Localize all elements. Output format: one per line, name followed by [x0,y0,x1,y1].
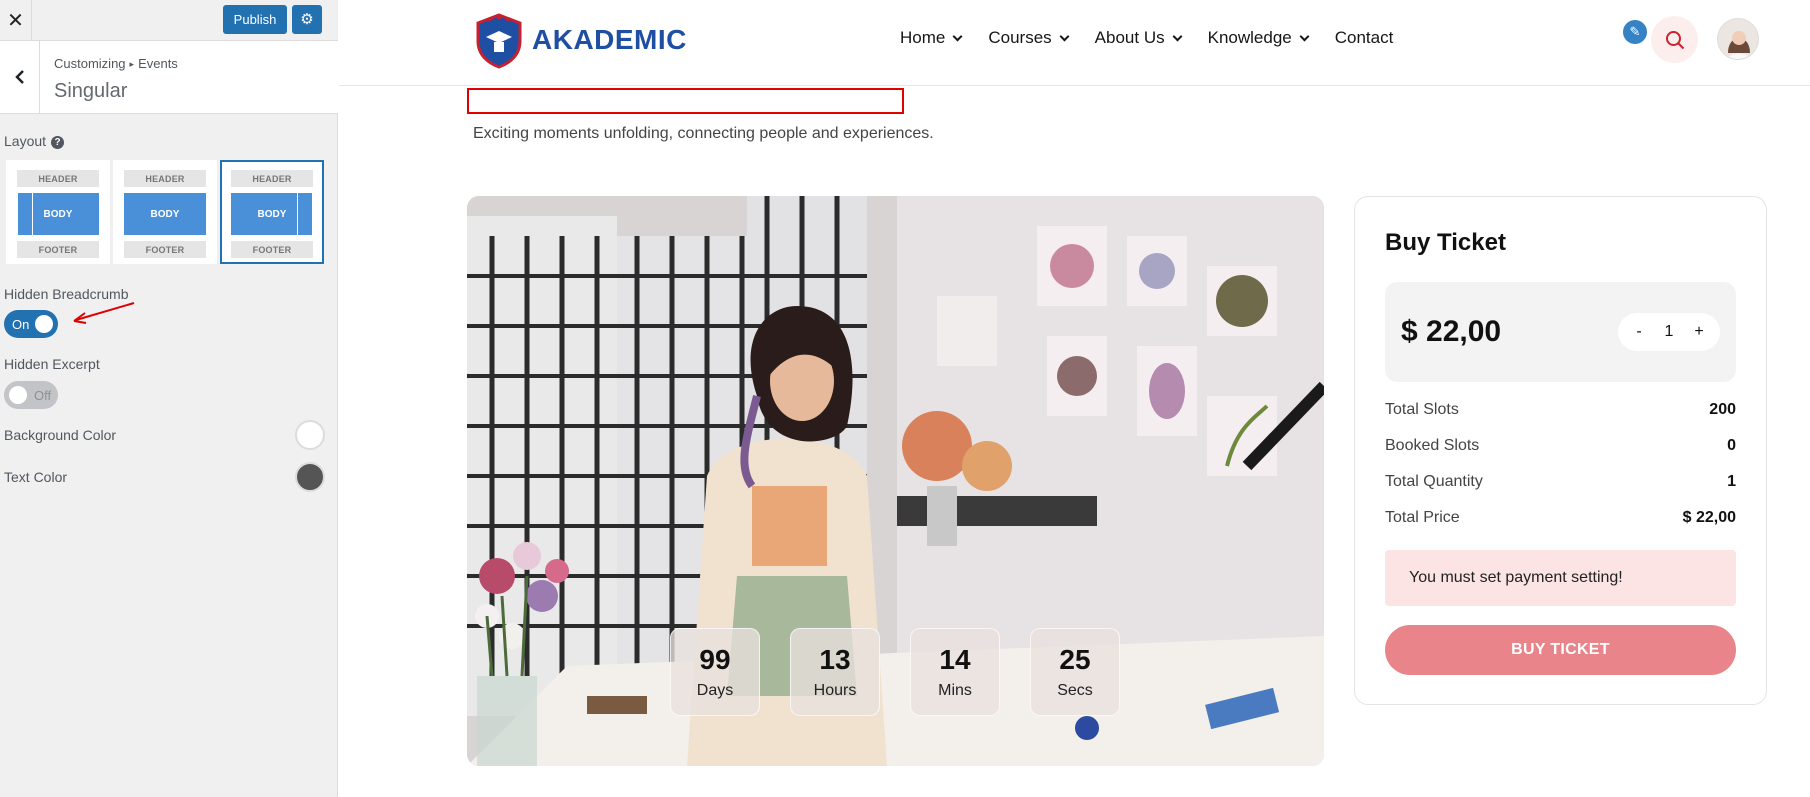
hidden-excerpt-label: Hidden Excerpt [4,356,100,372]
info-row-total-price: Total Price $ 22,00 [1385,509,1736,526]
toggle-state-label: Off [34,387,52,403]
ticket-price: $ 22,00 [1401,315,1502,348]
shield-logo-icon [476,13,522,69]
customizer-sidebar: ✕ Publish ⚙ Customizing ▸ Events Singular … [0,0,338,797]
buy-ticket-card: Buy Ticket $ 22,00 - 1 + Total Slots 200 … [1354,196,1767,705]
countdown-hours: 13 Hours [790,628,880,716]
nav-item-about-us[interactable]: About Us [1095,28,1183,48]
section-header: Customizing ▸ Events Singular [0,41,338,114]
main-nav: Home Courses About Us Knowledge Contact [900,28,1420,48]
countdown-value: 14 [939,644,971,675]
breadcrumb-separator-icon: ▸ [129,59,135,69]
info-row-total-quantity: Total Quantity 1 [1385,473,1736,490]
toggle-knob [9,386,27,404]
nav-item-knowledge[interactable]: Knowledge [1208,28,1310,48]
text-color-label: Text Color [4,469,68,485]
close-icon: ✕ [7,9,24,32]
search-icon [1665,30,1684,49]
nav-item-courses[interactable]: Courses [988,28,1070,48]
nav-item-home[interactable]: Home [900,28,963,48]
countdown-value: 25 [1059,644,1091,675]
close-customizer-button[interactable]: ✕ [0,0,32,40]
site-preview: AKADEMIC Home Courses About Us Knowledge… [339,0,1810,797]
event-photo [467,196,1324,766]
countdown-value: 13 [819,644,851,675]
countdown-secs: 25 Secs [1030,628,1120,716]
countdown-unit: Mins [938,682,972,699]
hidden-breadcrumb-toggle[interactable]: On [4,310,58,338]
layout-body-label: BODY [231,193,313,235]
help-icon[interactable]: ? [51,136,65,149]
countdown-unit: Secs [1057,682,1093,699]
layout-footer-label: FOOTER [231,241,313,258]
background-color-label: Background Color [4,427,117,443]
layout-header-label: HEADER [17,170,99,187]
hidden-excerpt-toggle[interactable]: Off [4,381,58,409]
chevron-down-icon [1172,31,1183,41]
logo-text: AKADEMIC [532,24,687,55]
quantity-stepper: - 1 + [1618,313,1720,351]
breadcrumb: Customizing ▸ Events [54,56,178,71]
nav-item-contact[interactable]: Contact [1335,28,1394,48]
breadcrumb-item: Customizing [54,56,126,71]
breadcrumb-item: Events [138,56,178,71]
layout-body-label: BODY [17,193,99,235]
layout-header-label: HEADER [124,170,206,187]
countdown-unit: Hours [813,682,857,699]
chevron-down-icon [1299,31,1310,41]
publish-button[interactable]: Publish [223,5,287,34]
countdown-value: 99 [699,644,731,675]
event-featured-image [467,196,1324,766]
customizer-topbar: ✕ Publish ⚙ [0,0,338,41]
search-button[interactable] [1651,16,1698,63]
info-row-booked-slots: Booked Slots 0 [1385,437,1736,454]
text-color-swatch[interactable] [295,462,325,492]
quantity-increase-button[interactable]: + [1690,323,1708,341]
section-title: Singular [54,80,128,102]
layout-option-full-width[interactable]: HEADER BODY FOOTER [113,160,217,264]
layout-option-left-sidebar[interactable]: HEADER BODY FOOTER [6,160,110,264]
chevron-left-icon [14,70,24,84]
ticket-title: Buy Ticket [1385,229,1506,256]
quantity-decrease-button[interactable]: - [1630,323,1648,341]
event-excerpt: Exciting moments unfolding, connecting p… [473,125,934,142]
info-row-total-slots: Total Slots 200 [1385,401,1736,418]
layout-header-label: HEADER [231,170,313,187]
gear-icon: ⚙ [300,11,314,28]
layout-label: Layout? [4,133,65,149]
layout-body-label: BODY [124,193,206,235]
annotation-arrow [73,302,135,324]
toggle-state-label: On [12,316,30,332]
background-color-swatch[interactable] [295,420,325,450]
edit-shortcut-pencil-icon[interactable]: ✎ [1623,20,1647,44]
quantity-value[interactable]: 1 [1660,323,1678,341]
site-header: AKADEMIC Home Courses About Us Knowledge… [339,0,1810,86]
chevron-down-icon [1059,31,1070,41]
publish-settings-button[interactable]: ⚙ [292,5,322,34]
countdown-mins: 14 Mins [910,628,1000,716]
site-logo[interactable]: AKADEMIC [472,11,687,69]
chevron-down-icon [952,31,963,41]
layout-option-right-sidebar[interactable]: HEADER BODY FOOTER [220,160,324,264]
layout-footer-label: FOOTER [124,241,206,258]
price-box: $ 22,00 - 1 + [1385,282,1736,382]
avatar-image [1718,19,1758,59]
toggle-knob [35,315,53,333]
breadcrumb-highlight-box [467,88,904,114]
layout-footer-label: FOOTER [17,241,99,258]
buy-ticket-button[interactable]: BUY TICKET [1385,625,1736,675]
back-button[interactable] [0,41,40,113]
user-avatar[interactable] [1717,18,1759,60]
countdown-unit: Days [696,682,734,699]
countdown-days: 99 Days [670,628,760,716]
payment-alert: You must set payment setting! [1385,550,1736,606]
